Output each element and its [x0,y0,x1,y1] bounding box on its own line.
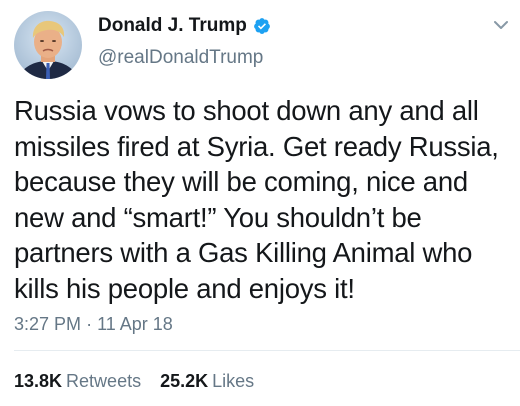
tweet-card: Donald J. Trump @realDonaldTrump Russia … [0,0,520,406]
likes-count: 25.2K [160,371,209,391]
retweets-label: Retweets [66,371,142,391]
user-name-row[interactable]: Donald J. Trump [98,14,271,38]
avatar-photo [14,11,82,79]
tweet-text-line: new and “smart!” You shouldn’t be [14,201,422,233]
tweet-text-line: missiles fired at Syria. Get ready Russi… [14,130,499,162]
tweet-date[interactable]: 11 Apr 18 [97,314,173,334]
tweet-text: Russia vows to shoot down any and all mi… [14,93,518,307]
tweet-text-line: kills his people and enjoys it! [14,272,355,304]
likes-label: Likes [212,371,255,391]
likes-stat[interactable]: 25.2K Likes [160,370,254,392]
display-name[interactable]: Donald J. Trump [98,14,247,38]
retweets-stat[interactable]: 13.8K Retweets [14,370,141,392]
tweet-stats: 13.8K Retweets 25.2K Likes [14,370,268,392]
chevron-down-icon[interactable] [494,20,508,30]
verified-badge-icon [253,17,271,35]
divider [14,350,520,351]
tweet-text-line: because they will be coming, nice and [14,166,468,198]
avatar[interactable] [14,11,82,79]
tweet-text-line: Russia vows to shoot down any and all [14,95,479,126]
tweet-timestamp[interactable]: 3:27 PM · 11 Apr 18 [14,313,173,335]
tweet-time[interactable]: 3:27 PM [14,314,81,334]
timestamp-separator: · [86,314,98,334]
tweet-text-line: partners with a Gas Killing Animal who [14,237,473,269]
retweets-count: 13.8K [14,371,63,391]
user-handle[interactable]: @realDonaldTrump [98,46,263,70]
